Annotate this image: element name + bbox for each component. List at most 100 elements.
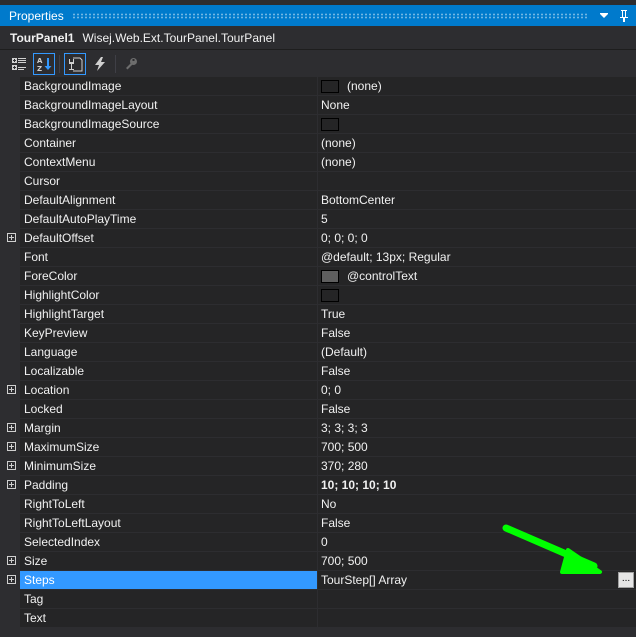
categorized-button[interactable] [8, 53, 30, 75]
property-name[interactable]: Font [20, 248, 317, 267]
property-name[interactable]: Padding [20, 476, 317, 495]
expand-plus-icon[interactable] [7, 385, 16, 394]
property-name[interactable]: DefaultOffset [20, 229, 317, 248]
property-row[interactable]: Text [4, 609, 636, 628]
property-value-cell[interactable]: @default; 13px; Regular [317, 248, 636, 267]
property-value-cell[interactable] [317, 115, 636, 134]
property-name[interactable]: DefaultAlignment [20, 191, 317, 210]
steps-ellipsis-button[interactable]: ... [618, 572, 634, 588]
property-name[interactable]: MaximumSize [20, 438, 317, 457]
property-row[interactable]: Font @default; 13px; Regular [4, 248, 636, 267]
property-value-cell[interactable]: 700; 500 [317, 438, 636, 457]
property-name[interactable]: HighlightColor [20, 286, 317, 305]
property-value-cell[interactable]: (none) [317, 134, 636, 153]
property-name[interactable]: SelectedIndex [20, 533, 317, 552]
property-name[interactable]: RightToLeft [20, 495, 317, 514]
property-row[interactable]: HighlightTarget True [4, 305, 636, 324]
property-value-cell[interactable]: True [317, 305, 636, 324]
property-name[interactable]: KeyPreview [20, 324, 317, 343]
property-name[interactable]: Container [20, 134, 317, 153]
property-row[interactable]: SelectedIndex 0 [4, 533, 636, 552]
property-row[interactable]: DefaultAlignment BottomCenter [4, 191, 636, 210]
property-value-cell[interactable]: 10; 10; 10; 10 [317, 476, 636, 495]
property-name[interactable]: MinimumSize [20, 457, 317, 476]
property-row[interactable]: ContextMenu (none) [4, 153, 636, 172]
property-value-cell[interactable] [317, 590, 636, 609]
property-name[interactable]: Steps [20, 571, 317, 590]
property-row[interactable]: BackgroundImageLayout None [4, 96, 636, 115]
alphabetical-button[interactable]: A Z [33, 52, 55, 75]
property-name[interactable]: Margin [20, 419, 317, 438]
expand-plus-icon[interactable] [7, 442, 16, 451]
property-name[interactable]: Text [20, 609, 317, 628]
property-row[interactable]: HighlightColor [4, 286, 636, 305]
property-name[interactable]: HighlightTarget [20, 305, 317, 324]
property-row[interactable]: MaximumSize 700; 500 [4, 438, 636, 457]
property-name[interactable]: Location [20, 381, 317, 400]
property-name[interactable]: Locked [20, 400, 317, 419]
titlebar-grip[interactable] [71, 12, 588, 19]
property-row[interactable]: Localizable False [4, 362, 636, 381]
property-row[interactable]: Steps TourStep[] Array... [4, 571, 636, 590]
property-row[interactable]: RightToLeft No [4, 495, 636, 514]
expand-plus-icon[interactable] [7, 575, 16, 584]
property-value-cell[interactable]: False [317, 362, 636, 381]
property-value-cell[interactable]: BottomCenter [317, 191, 636, 210]
property-name[interactable]: BackgroundImageSource [20, 115, 317, 134]
property-value-cell[interactable]: 0; 0 [317, 381, 636, 400]
property-row[interactable]: Language (Default) [4, 343, 636, 362]
property-row[interactable]: BackgroundImage (none) [4, 77, 636, 96]
property-name[interactable]: BackgroundImage [20, 77, 317, 96]
property-row[interactable]: Size 700; 500 [4, 552, 636, 571]
property-row[interactable]: Locked False [4, 400, 636, 419]
properties-button[interactable] [64, 52, 86, 75]
property-row[interactable]: KeyPreview False [4, 324, 636, 343]
property-row[interactable]: ForeColor @controlText [4, 267, 636, 286]
property-row[interactable]: DefaultAutoPlayTime 5 [4, 210, 636, 229]
property-row[interactable]: Cursor [4, 172, 636, 191]
property-value-cell[interactable] [317, 172, 636, 191]
property-name[interactable]: Language [20, 343, 317, 362]
expand-plus-icon[interactable] [7, 461, 16, 470]
property-value-cell[interactable]: False [317, 514, 636, 533]
property-value-cell[interactable]: TourStep[] Array... [317, 571, 636, 590]
dropdown-arrow-icon[interactable] [596, 8, 612, 24]
property-row[interactable]: Tag [4, 590, 636, 609]
events-button[interactable] [89, 53, 111, 75]
property-value-cell[interactable] [317, 286, 636, 305]
property-name[interactable]: Cursor [20, 172, 317, 191]
property-value-cell[interactable]: (none) [317, 153, 636, 172]
expand-plus-icon[interactable] [7, 556, 16, 565]
property-row[interactable]: Margin 3; 3; 3; 3 [4, 419, 636, 438]
property-value-cell[interactable]: 0 [317, 533, 636, 552]
property-row[interactable]: Location 0; 0 [4, 381, 636, 400]
property-row[interactable]: Padding 10; 10; 10; 10 [4, 476, 636, 495]
property-value-cell[interactable]: @controlText [317, 267, 636, 286]
expand-plus-icon[interactable] [7, 423, 16, 432]
property-value-cell[interactable]: False [317, 324, 636, 343]
property-row[interactable]: BackgroundImageSource [4, 115, 636, 134]
object-selector[interactable]: TourPanel1 Wisej.Web.Ext.TourPanel.TourP… [0, 26, 636, 50]
property-row[interactable]: DefaultOffset 0; 0; 0; 0 [4, 229, 636, 248]
property-name[interactable]: DefaultAutoPlayTime [20, 210, 317, 229]
expand-plus-icon[interactable] [7, 233, 16, 242]
property-value-cell[interactable]: False [317, 400, 636, 419]
property-row[interactable]: MinimumSize 370; 280 [4, 457, 636, 476]
property-name[interactable]: ForeColor [20, 267, 317, 286]
property-pages-button[interactable] [120, 53, 142, 75]
property-name[interactable]: Tag [20, 590, 317, 609]
property-name[interactable]: ContextMenu [20, 153, 317, 172]
property-value-cell[interactable] [317, 609, 636, 628]
property-value-cell[interactable]: (Default) [317, 343, 636, 362]
property-value-cell[interactable]: 5 [317, 210, 636, 229]
property-value-cell[interactable]: None [317, 96, 636, 115]
expand-plus-icon[interactable] [7, 480, 16, 489]
pin-icon[interactable] [616, 8, 632, 24]
property-value-cell[interactable]: 370; 280 [317, 457, 636, 476]
property-row[interactable]: Container (none) [4, 134, 636, 153]
property-value-cell[interactable]: No [317, 495, 636, 514]
property-name[interactable]: Size [20, 552, 317, 571]
property-value-cell[interactable]: (none) [317, 77, 636, 96]
property-value-cell[interactable]: 0; 0; 0; 0 [317, 229, 636, 248]
property-value-cell[interactable]: 3; 3; 3; 3 [317, 419, 636, 438]
